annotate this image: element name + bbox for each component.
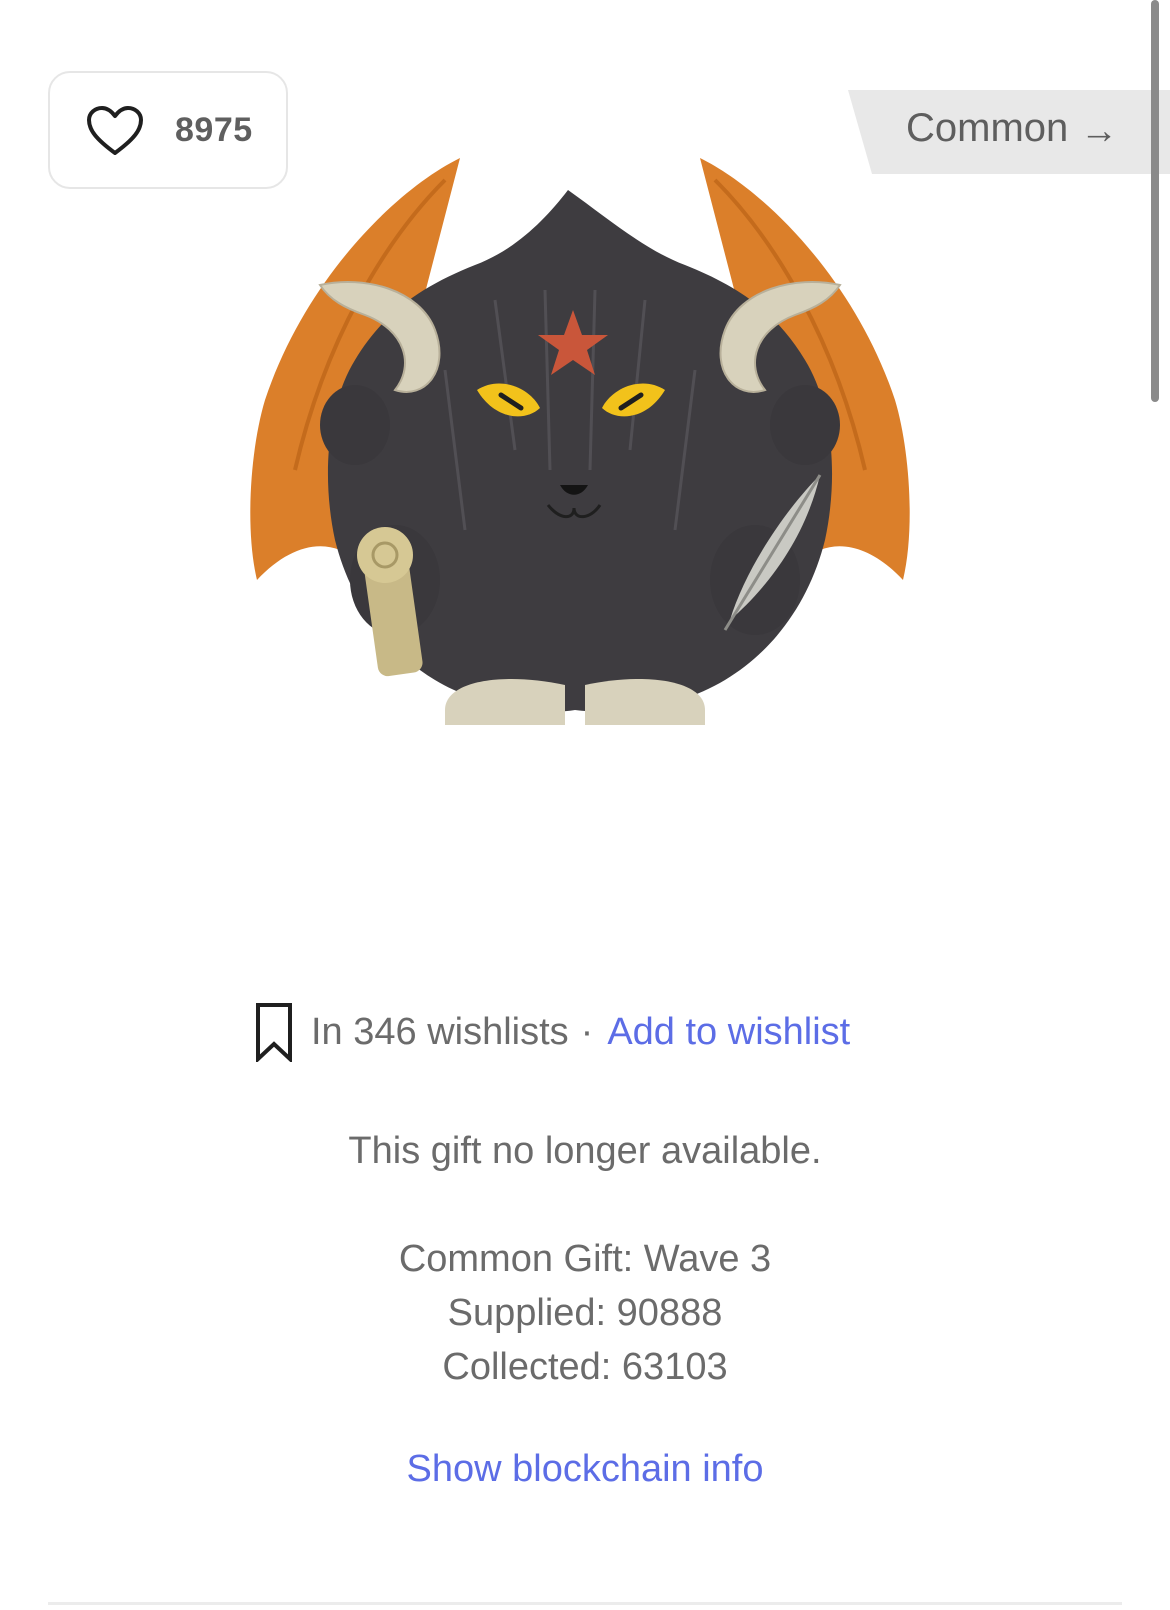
gift-supplied: Supplied: 90888 <box>447 1292 723 1334</box>
like-count: 8975 <box>175 111 253 149</box>
rarity-label: Common <box>906 106 1069 150</box>
separator-dot: · <box>580 1010 594 1053</box>
heart-icon <box>87 106 143 155</box>
gift-collected: Collected: 63103 <box>442 1346 728 1388</box>
blockchain-info-row: Show blockchain info <box>0 1448 1170 1491</box>
gift-character-image <box>250 158 910 725</box>
gift-details: Common Gift: Wave 3 Supplied: 90888 Coll… <box>0 1232 1170 1394</box>
availability-text: This gift no longer available. <box>348 1130 822 1172</box>
arrow-right-icon: → <box>1080 110 1118 152</box>
add-to-wishlist-link[interactable]: Add to wishlist <box>607 1011 850 1054</box>
wishlist-count: In 346 wishlists <box>311 1010 569 1053</box>
divider <box>48 1602 1122 1605</box>
wishlist-row: In 346 wishlists · Add to wishlist <box>255 1002 850 1062</box>
show-blockchain-info-link[interactable]: Show blockchain info <box>407 1448 764 1490</box>
gift-collection: Common Gift: Wave 3 <box>398 1238 772 1280</box>
scrollbar[interactable] <box>1151 0 1159 402</box>
bookmark-icon <box>256 1003 292 1062</box>
